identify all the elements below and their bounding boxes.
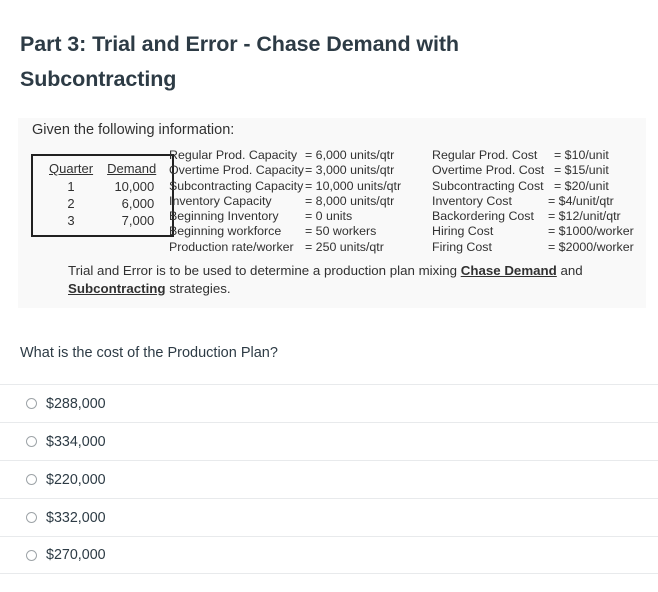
answer-options-list: $288,000 $334,000 $220,000 $332,000 $270… (0, 384, 658, 574)
answer-option-3[interactable]: $220,000 (0, 460, 658, 498)
problem-statement-image: Given the following information: Quarter… (18, 118, 646, 308)
table-row: 1 10,000 (42, 178, 163, 195)
cell-quarter: 1 (67, 179, 75, 194)
answer-option-4[interactable]: $332,000 (0, 498, 658, 536)
instruction-part-1: Trial and Error is to be used to determi… (68, 263, 461, 278)
radio-button-icon[interactable] (26, 549, 37, 561)
answer-option-label: $332,000 (46, 509, 106, 526)
parameter-row: Subcontracting Cost = $20/unit (432, 179, 634, 194)
strategy-instruction-text: Trial and Error is to be used to determi… (68, 262, 628, 297)
parameter-label: Overtime Prod. Capacity (169, 163, 304, 178)
given-information-heading: Given the following information: (32, 122, 235, 138)
instruction-part-3: strategies. (165, 280, 231, 296)
table-row: 2 6,000 (42, 195, 163, 212)
parameter-row: Hiring Cost = $1000/worker (432, 224, 634, 239)
parameter-row: Overtime Prod. Capacity = 3,000 units/qt… (169, 163, 401, 178)
radio-button-icon[interactable] (26, 436, 37, 447)
answer-option-5[interactable]: $270,000 (0, 536, 658, 574)
radio-button-icon[interactable] (26, 512, 37, 523)
parameter-value: = $2000/worker (548, 239, 634, 254)
question-prompt: What is the cost of the Production Plan? (20, 345, 278, 361)
parameter-row: Beginning Inventory = 0 units (169, 209, 401, 224)
cell-quarter: 2 (67, 196, 75, 211)
parameter-row: Firing Cost = $2000/worker (432, 240, 634, 255)
cost-parameters-list: Regular Prod. Cost = $10/unit Overtime P… (432, 148, 634, 255)
table-row: 3 7,000 (42, 212, 163, 229)
emphasis-subcontracting: Subcontracting (68, 280, 166, 296)
parameter-value: = 0 units (305, 209, 353, 224)
parameter-row: Subcontracting Capacity = 10,000 units/q… (169, 179, 401, 194)
parameter-label: Backordering Cost (432, 209, 534, 224)
parameter-row: Inventory Capacity = 8,000 units/qtr (169, 194, 401, 209)
parameter-value: = $15/unit (554, 163, 609, 178)
column-header-quarter: Quarter (49, 161, 94, 176)
answer-option-label: $220,000 (46, 471, 106, 488)
parameter-value: = $1000/worker (548, 224, 634, 239)
parameter-value: = 6,000 units/qtr (305, 148, 395, 162)
parameter-value: = 250 units/qtr (305, 239, 384, 254)
cell-demand: 10,000 (114, 179, 155, 194)
parameter-row: Regular Prod. Capacity = 6,000 units/qtr (169, 148, 401, 163)
parameter-row: Backordering Cost = $12/unit/qtr (432, 209, 634, 224)
page-title: Part 3: Trial and Error - Chase Demand w… (20, 32, 459, 91)
parameter-label: Overtime Prod. Cost (432, 163, 545, 178)
parameter-value: = $20/unit (554, 178, 609, 193)
parameter-label: Production rate/worker (169, 239, 294, 254)
parameter-row: Overtime Prod. Cost = $15/unit (432, 163, 634, 178)
answer-option-label: $334,000 (46, 433, 106, 450)
parameter-label: Subcontracting Capacity (169, 178, 304, 193)
parameter-row: Inventory Cost = $4/unit/qtr (432, 194, 634, 209)
quarter-demand-table: Quarter Demand 1 10,000 2 6,000 3 7,000 (42, 160, 163, 229)
parameter-label: Beginning Inventory (169, 209, 279, 224)
answer-option-label: $288,000 (46, 395, 106, 412)
parameter-label: Hiring Cost (432, 224, 494, 239)
parameter-label: Inventory Capacity (169, 193, 272, 208)
column-header-demand: Demand (107, 161, 157, 176)
parameter-row: Production rate/worker = 250 units/qtr (169, 240, 401, 255)
parameter-value: = $10/unit (554, 148, 609, 162)
parameter-label: Regular Prod. Capacity (169, 148, 298, 162)
table-header-row: Quarter Demand (42, 160, 163, 178)
quarter-demand-table-box: Quarter Demand 1 10,000 2 6,000 3 7,000 (31, 154, 175, 237)
parameter-label: Subcontracting Cost (432, 178, 544, 193)
parameter-label: Beginning workforce (169, 224, 282, 239)
parameter-row: Beginning workforce = 50 workers (169, 224, 401, 239)
parameter-label: Firing Cost (432, 239, 492, 254)
parameter-value: = 10,000 units/qtr (305, 178, 402, 193)
parameter-value: = 3,000 units/qtr (305, 163, 395, 178)
radio-button-icon[interactable] (26, 398, 37, 409)
answer-option-2[interactable]: $334,000 (0, 422, 658, 460)
cell-quarter: 3 (67, 213, 75, 228)
parameter-value: = $12/unit/qtr (548, 209, 621, 224)
parameter-row: Regular Prod. Cost = $10/unit (432, 148, 634, 163)
parameter-label: Regular Prod. Cost (432, 148, 538, 162)
answer-option-1[interactable]: $288,000 (0, 384, 658, 422)
answer-option-label: $270,000 (46, 547, 106, 563)
parameter-value: = 8,000 units/qtr (305, 193, 395, 208)
cell-demand: 6,000 (121, 196, 155, 211)
parameter-value: = 50 workers (305, 224, 377, 239)
radio-button-icon[interactable] (26, 474, 37, 485)
cell-demand: 7,000 (121, 213, 155, 228)
parameter-value: = $4/unit/qtr (548, 193, 614, 208)
instruction-part-2: and (556, 263, 583, 278)
capacity-parameters-list: Regular Prod. Capacity = 6,000 units/qtr… (169, 148, 401, 255)
parameter-label: Inventory Cost (432, 193, 512, 208)
emphasis-chase-demand: Chase Demand (460, 263, 557, 278)
